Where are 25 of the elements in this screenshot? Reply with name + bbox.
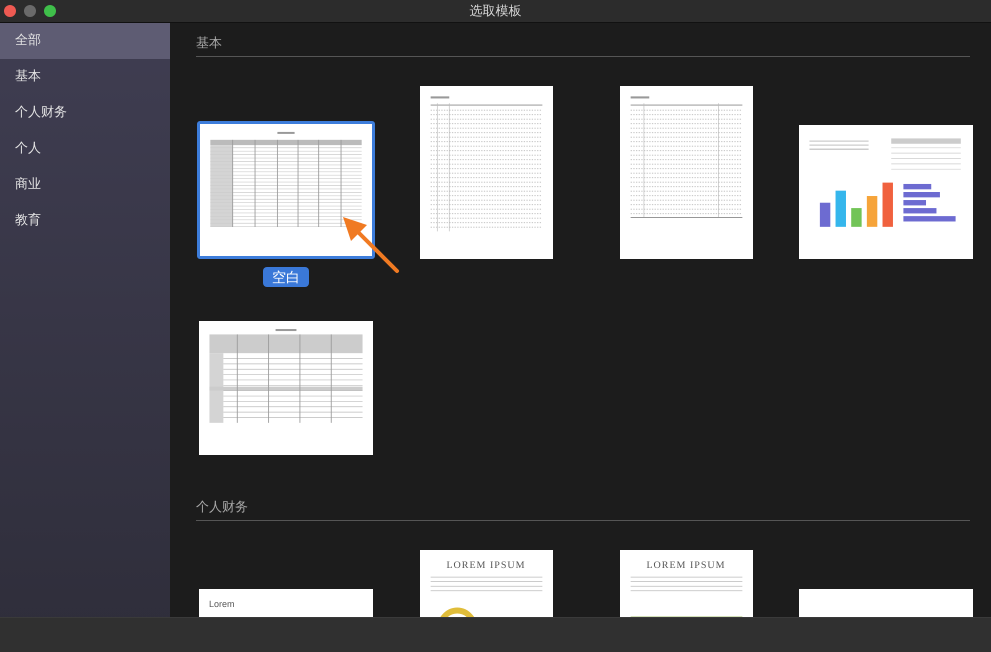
annotation-arrow: [343, 217, 399, 273]
template-thumbnail[interactable]: [197, 121, 375, 259]
template-thumbnail[interactable]: LOREM IPSUM: [420, 550, 552, 617]
window-title: 选取模板: [470, 2, 522, 20]
template-name[interactable]: 空白: [263, 267, 309, 287]
preview-heading: Lorem: [209, 598, 235, 609]
sidebar-item[interactable]: 全部: [0, 23, 170, 59]
minimize-button[interactable]: [24, 5, 36, 17]
template-thumbnail[interactable]: [799, 125, 973, 259]
sidebar-item[interactable]: 个人财务: [0, 95, 170, 131]
section-heading: 个人财务: [196, 499, 249, 515]
close-button[interactable]: [4, 5, 16, 17]
sidebar-item[interactable]: 教育: [0, 203, 170, 239]
preview-heading: LOREM IPSUM: [646, 559, 726, 571]
section-heading: 基本: [196, 35, 223, 51]
zoom-button[interactable]: [44, 5, 56, 17]
template-thumbnail[interactable]: LOREM IPSUM: [620, 550, 752, 617]
sidebar-item[interactable]: 基本: [0, 59, 170, 95]
template-thumbnail[interactable]: Lorem: [199, 589, 373, 617]
sidebar-item[interactable]: 商业: [0, 167, 170, 203]
preview-heading: LOREM IPSUM: [446, 559, 526, 571]
template-thumbnail[interactable]: [420, 86, 552, 259]
sidebar-item[interactable]: 个人: [0, 131, 170, 167]
template-thumbnail[interactable]: [199, 321, 373, 455]
template-thumbnail[interactable]: [620, 86, 752, 259]
